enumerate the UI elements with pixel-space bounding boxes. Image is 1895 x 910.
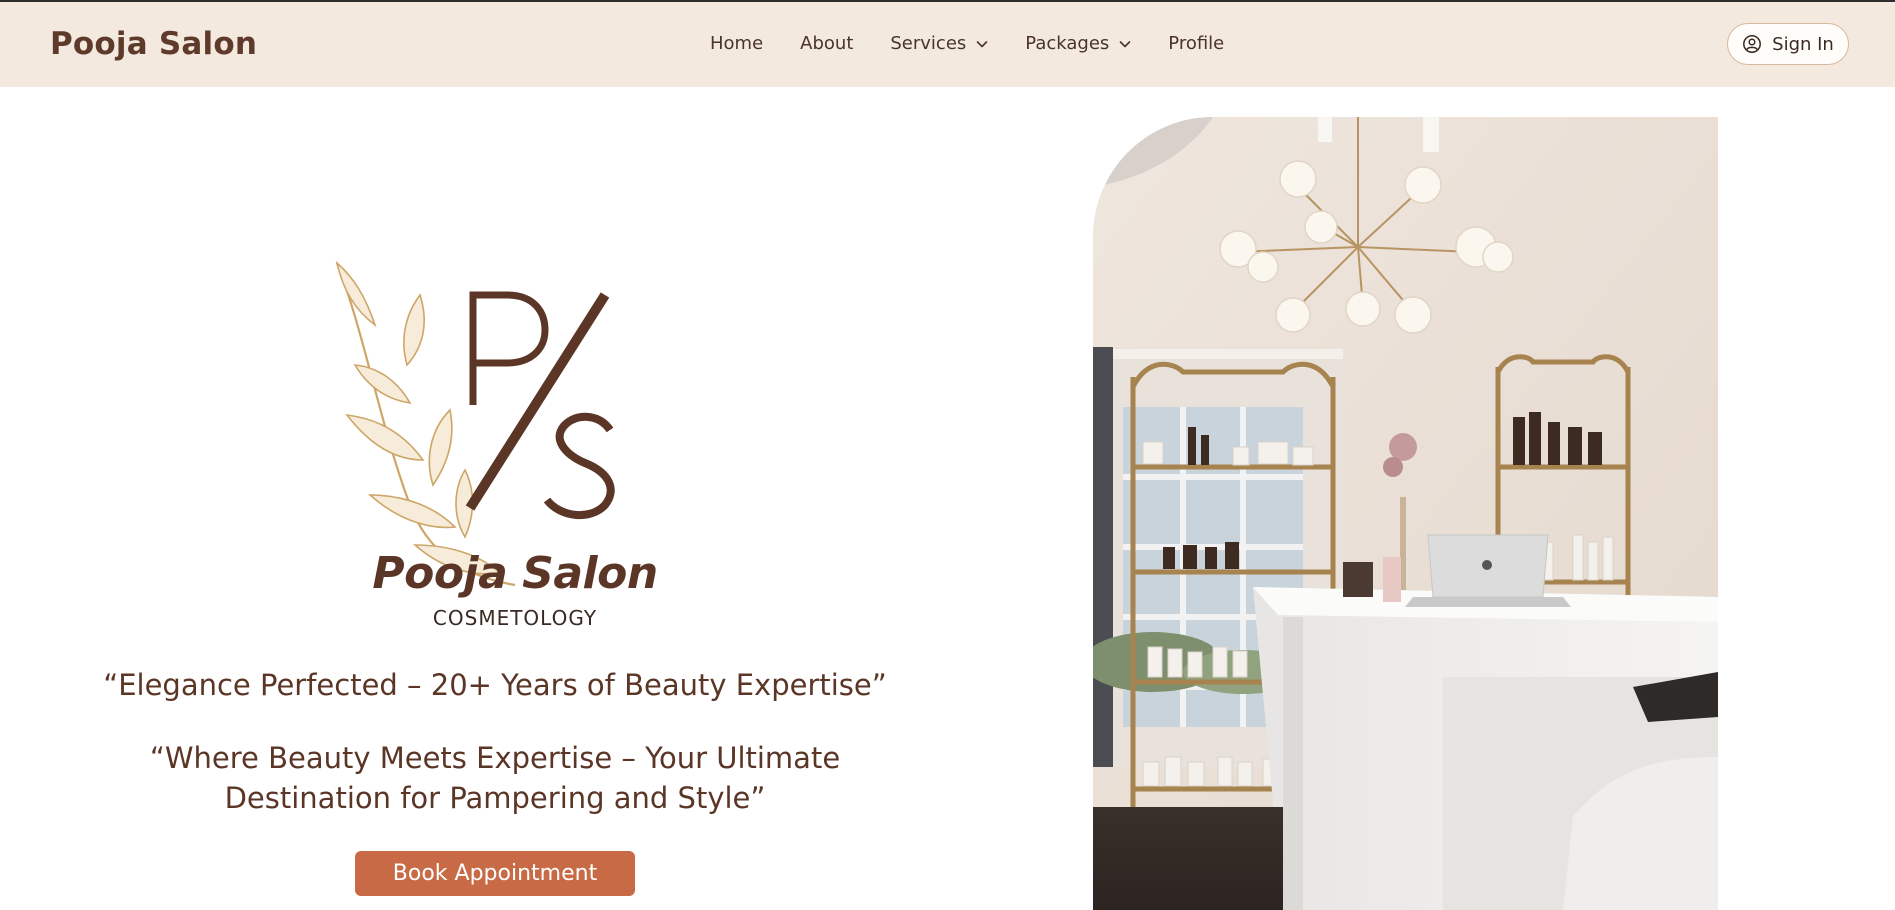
nav-item-about[interactable]: About	[800, 33, 853, 54]
logo-name-text: Pooja Salon	[372, 548, 658, 599]
brand-logo-text[interactable]: Pooja Salon	[50, 26, 257, 62]
nav-item-packages[interactable]: Packages	[1025, 33, 1131, 54]
tagline-primary: “Elegance Perfected – 20+ Years of Beaut…	[103, 668, 887, 702]
chevron-down-icon	[1119, 40, 1131, 47]
nav-item-home[interactable]: Home	[710, 33, 763, 54]
nav-item-services[interactable]: Services	[890, 33, 988, 54]
leaf-branch-icon	[335, 260, 516, 587]
nav-item-label: Services	[890, 33, 967, 54]
nav-item-label: About	[800, 33, 854, 54]
user-circle-icon	[1743, 35, 1762, 53]
book-appointment-button[interactable]: Book Appointment	[355, 851, 635, 896]
tagline-secondary: “Where Beauty Meets Expertise – Your Ult…	[149, 741, 841, 815]
salon-interior-illustration	[1093, 117, 1718, 910]
logo-subtitle-text: COSMETOLOGY	[432, 606, 598, 630]
navbar: Pooja Salon Home About Services Packages…	[0, 2, 1895, 87]
ps-monogram	[465, 291, 615, 520]
nav-item-label: Profile	[1168, 33, 1225, 54]
nav-item-label: Home	[710, 33, 764, 54]
salon-interior-photo	[1093, 117, 1718, 910]
sign-in-button[interactable]: Sign In	[1727, 23, 1849, 65]
chevron-down-icon	[976, 40, 988, 47]
nav-item-label: Packages	[1025, 33, 1110, 54]
main-nav: Home About Services Packages Profile	[710, 33, 1261, 54]
sign-in-label: Sign In	[1772, 33, 1834, 55]
nav-item-profile[interactable]: Profile	[1168, 33, 1224, 54]
